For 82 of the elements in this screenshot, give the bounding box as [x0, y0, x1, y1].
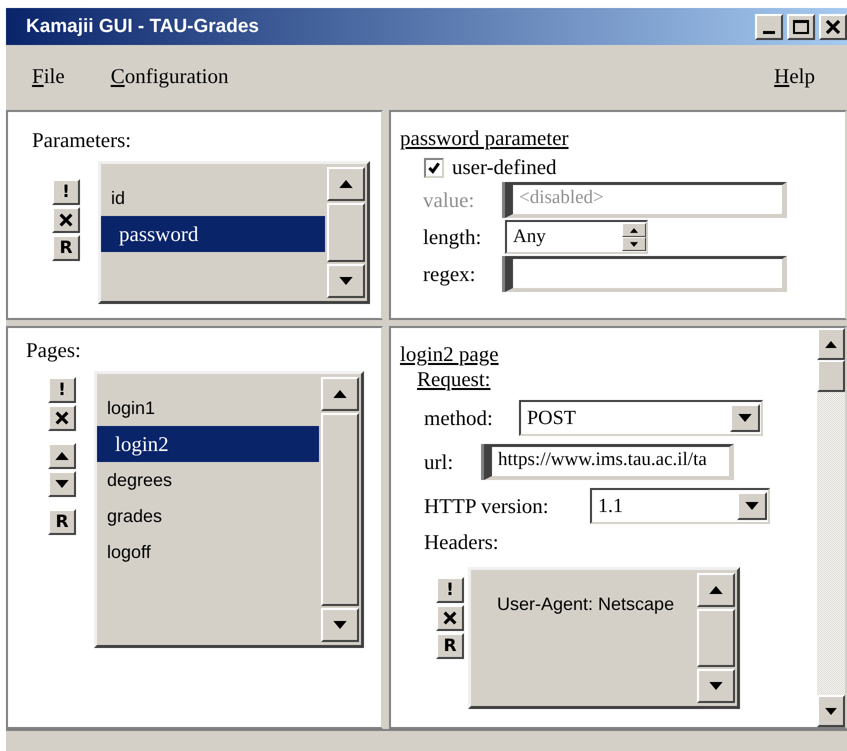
field-label: Headers:: [424, 530, 500, 555]
tool-button[interactable]: !: [48, 377, 76, 403]
up-arrow-icon: [709, 586, 723, 594]
dropdown[interactable]: POST: [519, 400, 763, 436]
field-label: regex:: [423, 262, 476, 286]
subsection-title: Request:: [417, 367, 492, 392]
maximize-button[interactable]: [787, 14, 815, 40]
x-icon: [54, 410, 70, 426]
up-arrow-icon: [825, 340, 837, 348]
scroll-down-button[interactable]: [327, 264, 365, 298]
menu-item[interactable]: File: [32, 64, 65, 89]
list-item[interactable]: password: [101, 216, 325, 252]
close-icon: [824, 18, 842, 36]
scrollbar[interactable]: [817, 328, 845, 727]
checkbox[interactable]: [424, 158, 444, 178]
down-arrow-icon: [825, 708, 837, 714]
menu-item[interactable]: Help: [774, 64, 815, 89]
list-item[interactable]: login1: [97, 390, 319, 426]
tool-button[interactable]: !: [436, 577, 464, 603]
up-arrow-icon: [333, 390, 347, 398]
scroll-up-button[interactable]: [817, 328, 845, 360]
scroll-down-button[interactable]: [697, 669, 735, 703]
down-arrow-icon: [339, 277, 353, 285]
scroll-down-button[interactable]: [321, 608, 359, 642]
field-label: method:: [424, 406, 494, 430]
field-label: value:: [423, 188, 476, 212]
scroll-up-button[interactable]: [321, 377, 359, 411]
close-button[interactable]: [819, 14, 847, 40]
down-arrow-icon: [738, 414, 752, 422]
move-down-button[interactable]: [48, 471, 76, 497]
list-item[interactable]: degrees: [97, 462, 319, 498]
list-item[interactable]: grades: [97, 498, 319, 534]
scroll-thumb[interactable]: [817, 360, 845, 392]
list-item[interactable]: id: [101, 180, 325, 216]
list-item[interactable]: User-Agent: Netscape: [487, 586, 695, 622]
section-title: password parameter: [400, 126, 570, 151]
field-label: HTTP version:: [424, 494, 550, 518]
down-arrow-icon: [630, 242, 638, 246]
up-arrow-icon: [339, 180, 353, 188]
x-icon: [58, 212, 74, 228]
tool-button[interactable]: R: [52, 235, 80, 261]
field-label: length:: [423, 224, 482, 250]
check-icon: [427, 160, 441, 174]
scrollbar[interactable]: [325, 164, 367, 301]
x-icon: [442, 610, 458, 626]
scroll-thumb[interactable]: [327, 203, 365, 262]
up-arrow-icon: [630, 228, 638, 232]
move-up-button[interactable]: [48, 443, 76, 469]
scrollbar[interactable]: [695, 570, 737, 706]
spinner-field[interactable]: Any: [505, 220, 648, 254]
checkbox-label: user-defined: [452, 155, 557, 180]
section-title: Pages:: [26, 338, 82, 363]
section-title: Parameters:: [32, 128, 132, 153]
window-title: Kamajii GUI - TAU-Grades: [26, 16, 259, 38]
list-item[interactable]: logoff: [97, 534, 319, 570]
section-title: login2 page: [400, 342, 500, 367]
scroll-up-button[interactable]: [327, 167, 365, 201]
down-arrow-icon: [55, 480, 69, 488]
tool-button[interactable]: R: [436, 633, 464, 659]
menu-item[interactable]: Configuration: [110, 64, 229, 89]
dropdown[interactable]: 1.1: [590, 488, 770, 524]
scroll-thumb[interactable]: [697, 609, 735, 667]
scrollbar[interactable]: [319, 374, 361, 645]
down-arrow-icon: [709, 682, 723, 690]
input-field[interactable]: [505, 256, 787, 292]
scroll-thumb[interactable]: [321, 413, 359, 606]
down-arrow-icon: [745, 502, 759, 510]
scroll-up-button[interactable]: [697, 573, 735, 607]
down-arrow-icon: [333, 621, 347, 629]
input-field[interactable]: https://www.ims.tau.ac.il/ta: [484, 444, 734, 480]
remove-button[interactable]: [52, 207, 80, 233]
field-label: url:: [424, 450, 454, 474]
tool-button[interactable]: R: [48, 509, 76, 535]
list-item[interactable]: login2: [97, 426, 319, 462]
scroll-down-button[interactable]: [817, 695, 845, 727]
spin-down-button[interactable]: [622, 237, 646, 251]
minimize-button[interactable]: [755, 14, 783, 40]
remove-button[interactable]: [436, 605, 464, 631]
tool-button[interactable]: !: [52, 179, 80, 205]
up-arrow-icon: [55, 452, 69, 460]
remove-button[interactable]: [48, 405, 76, 431]
spin-up-button[interactable]: [622, 223, 646, 237]
